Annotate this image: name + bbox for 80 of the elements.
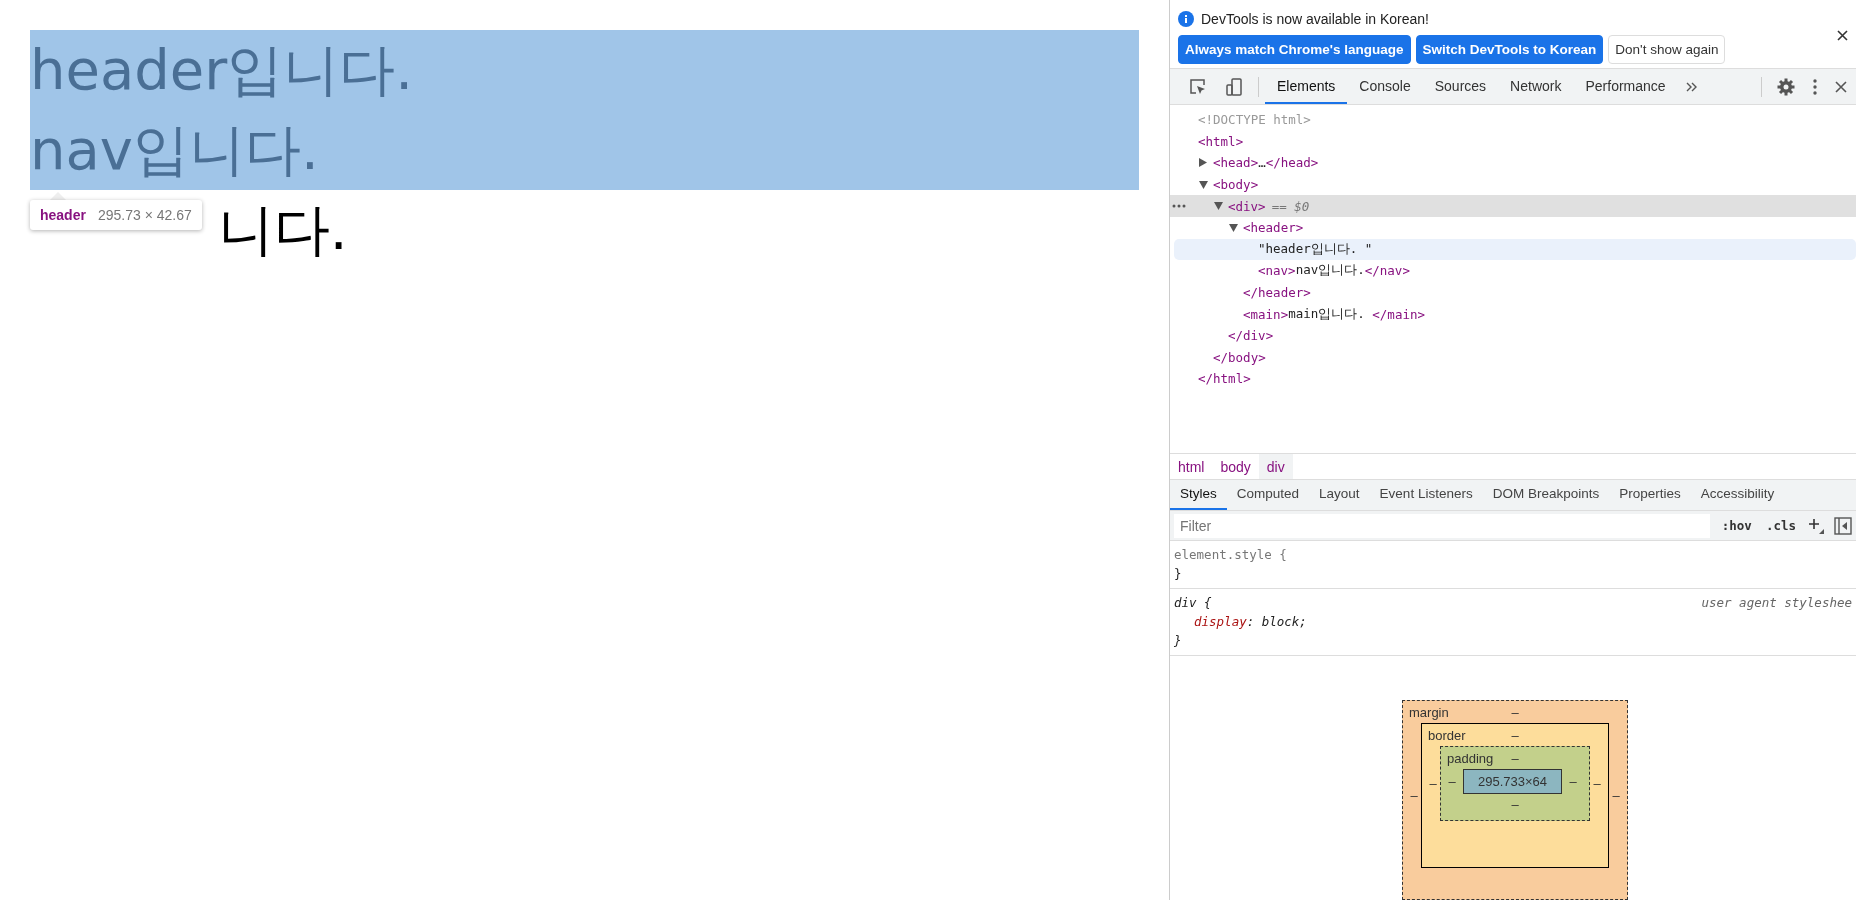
panel-tab[interactable]: Console [1347,69,1423,104]
collapse-arrow-icon[interactable] [1214,202,1223,211]
dom-node[interactable]: <html> [1198,133,1244,149]
box-value: – [1611,788,1621,803]
panel-tab[interactable]: Performance [1573,69,1678,104]
box-value: – [1511,750,1519,766]
infobar-button[interactable]: Always match Chrome's language [1178,35,1411,64]
info-icon [1178,11,1194,27]
device-icon[interactable] [1225,77,1243,96]
more-options-icon[interactable] [1813,78,1817,95]
rule-end: } [1174,632,1182,650]
infobar-button[interactable]: Switch DevTools to Korean [1415,35,1604,64]
selected-marker: == $0 [1271,198,1310,214]
box-value: – [1511,704,1519,720]
close-icon[interactable] [1837,30,1848,41]
box-label: border [1428,727,1466,743]
dom-node[interactable]: <main> [1243,306,1289,322]
info-message: DevTools is now available in Korean! [1201,11,1429,27]
rule-selector: element.style { [1174,546,1287,564]
dom-node[interactable]: <nav> [1258,263,1296,279]
infobar-button[interactable]: Don't show again [1608,35,1726,64]
dom-closing-tag: </div> [1228,328,1274,344]
toggle-button[interactable]: .cls [1763,518,1798,534]
sidebar-tab[interactable]: Layout [1309,479,1370,511]
page-text: 니다. [217,196,348,264]
box-value: – [1511,727,1519,743]
breadcrumb-item[interactable]: div [1258,454,1293,479]
panel-tab[interactable]: Elements [1265,69,1348,104]
dom-node[interactable]: <body> [1213,177,1259,193]
dom-node[interactable]: <div> [1228,198,1266,214]
breadcrumb-item[interactable]: body [1212,454,1259,479]
dom-node[interactable]: <header> [1243,220,1304,236]
more-dots-icon[interactable] [1172,204,1186,209]
rule-end: } [1174,565,1182,583]
sidebar-tab[interactable]: Accessibility [1690,479,1785,511]
breadcrumb-item[interactable]: html [1170,454,1213,479]
page-text: nav입니다. [30,110,1139,190]
sidebar-tab[interactable]: Properties [1609,479,1691,511]
page-text: header입니다. [30,30,1139,110]
expand-arrow-icon[interactable] [1199,158,1207,168]
box-value: – [1592,776,1602,791]
more-tabs-icon[interactable] [1685,80,1698,93]
box-label: margin [1409,704,1449,720]
sidebar-tab[interactable]: Computed [1226,479,1310,511]
box-value: – [1568,774,1578,789]
add-rule-icon[interactable] [1808,517,1824,534]
dom-node-content: nav입니다. [1295,262,1365,280]
dom-closing-tag: </header> [1243,285,1311,301]
sidebar-toggle-icon[interactable] [1834,516,1852,535]
dom-closing-tag: </head> [1265,155,1319,171]
box-value: – [1409,788,1419,803]
css-declaration: display: block; [1193,613,1308,631]
filter-field[interactable]: Filter [1174,513,1710,538]
tooltip-tag: header [40,207,86,223]
box-value: – [1428,776,1438,791]
settings-icon[interactable] [1777,77,1795,96]
box-value: – [1511,796,1519,812]
close-icon[interactable] [1835,80,1847,93]
rule-source: user agent styleshee [1701,594,1852,612]
content-box: 295.733×64 [1463,769,1562,794]
dom-closing-tag: </nav> [1364,263,1410,279]
panel-tab[interactable]: Network [1498,69,1574,104]
collapse-arrow-icon[interactable] [1229,223,1238,232]
sidebar-tab[interactable]: DOM Breakpoints [1482,479,1610,511]
dom-node-content: … [1258,155,1266,171]
box-value: – [1447,774,1457,789]
tooltip-size: 295.73 × 42.67 [97,207,192,223]
collapse-arrow-icon[interactable] [1199,180,1208,189]
inspect-icon[interactable] [1189,77,1207,96]
rule-selector: div { [1174,594,1212,612]
dom-node[interactable]: "header입니다. " [1258,240,1373,258]
dom-node[interactable]: <head> [1213,155,1259,171]
toggle-button[interactable]: :hov [1719,518,1754,534]
dom-closing-tag: </body> [1213,349,1266,365]
dom-closing-tag: </main> [1372,306,1425,322]
dom-closing-tag: </html> [1198,371,1251,387]
sidebar-tab[interactable]: Event Listeners [1369,479,1483,511]
box-label: padding [1447,750,1494,766]
panel-tab[interactable]: Sources [1422,69,1499,104]
dom-node-content: main입니다. [1288,305,1366,323]
